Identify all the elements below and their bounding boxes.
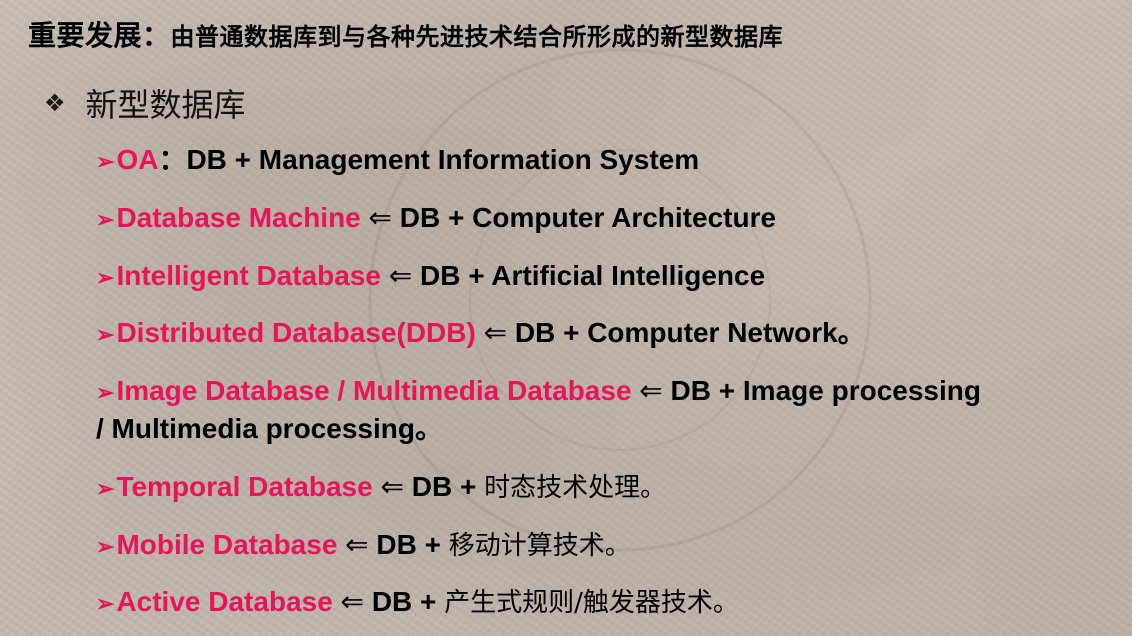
item-description-zh: 移动计算技术。 <box>448 531 631 561</box>
heading-subtitle: 由普通数据库到与各种先进技术结合所形成的新型数据库 <box>170 23 784 51</box>
section-header: ❖ 新型数据库 <box>44 80 246 126</box>
item-description: DB + Image processing <box>670 375 981 406</box>
item-name: Active Database <box>116 586 333 617</box>
arrow-bullet-icon: ➢ <box>96 380 115 405</box>
item-description: DB + <box>376 529 449 560</box>
item-name: Image Database / Multimedia Database <box>116 375 632 406</box>
left-double-arrow-icon: ⇐ <box>337 529 377 560</box>
arrow-bullet-icon: ➢ <box>96 534 115 559</box>
left-double-arrow-icon: ⇐ <box>372 471 412 502</box>
left-double-arrow-icon: ⇐ <box>380 260 420 291</box>
left-double-arrow-icon: ⇐ <box>332 586 372 617</box>
item-name: Database Machine <box>116 202 361 233</box>
list-item-intelligent-database: ➢Intelligent Database ⇐ DB + Artificial … <box>96 258 765 296</box>
item-description-zh: 时态技术处理。 <box>484 473 667 503</box>
item-description: DB + Management Information System <box>186 144 700 175</box>
left-double-arrow-icon: ⇐ <box>475 317 515 348</box>
left-double-arrow-icon: ⇐ <box>631 375 671 406</box>
arrow-bullet-icon: ➢ <box>96 265 115 290</box>
list-item-distributed-database: ➢Distributed Database(DDB) ⇐ DB + Comput… <box>96 315 866 353</box>
item-description: DB + Artificial Intelligence <box>419 260 766 291</box>
item-name: Intelligent Database <box>116 260 381 291</box>
item-description: DB + <box>371 586 445 617</box>
list-item-mobile-database: ➢Mobile Database ⇐ DB + 移动计算技术。 <box>96 527 631 565</box>
arrow-bullet-icon: ➢ <box>96 149 115 174</box>
item-description: DB + Computer Network。 <box>514 317 866 348</box>
diamond-bullet-icon: ❖ <box>44 89 66 117</box>
left-double-arrow-icon: ⇐ <box>360 202 400 233</box>
slide-heading: 重要发展：由普通数据库到与各种先进技术结合所形成的新型数据库 <box>28 14 783 54</box>
item-description: DB + Computer Architecture <box>399 202 777 233</box>
list-item-temporal-database: ➢Temporal Database ⇐ DB + 时态技术处理。 <box>96 469 666 507</box>
item-name: OA <box>116 144 159 175</box>
item-separator: ： <box>158 144 187 175</box>
heading-main: 重要发展： <box>28 19 171 52</box>
list-item-database-machine: ➢Database Machine ⇐ DB + Computer Archit… <box>96 200 776 238</box>
item-description-continued: / Multimedia processing。 <box>96 413 443 444</box>
arrow-bullet-icon: ➢ <box>96 476 115 501</box>
item-name: Mobile Database <box>116 529 338 560</box>
item-name: Temporal Database <box>116 471 373 502</box>
arrow-bullet-icon: ➢ <box>96 591 115 616</box>
section-title: 新型数据库 <box>85 86 246 124</box>
list-item-oa: ➢OA：DB + Management Information System <box>96 142 699 180</box>
list-item-active-database: ➢Active Database ⇐ DB + 产生式规则/触发器技术。 <box>96 584 739 622</box>
item-name: Distributed Database(DDB) <box>116 317 476 348</box>
arrow-bullet-icon: ➢ <box>96 322 115 347</box>
item-description-zh: 产生式规则/触发器技术。 <box>444 588 739 618</box>
item-description: DB + <box>411 471 485 502</box>
arrow-bullet-icon: ➢ <box>96 207 115 232</box>
list-item-image-database: ➢Image Database / Multimedia Database ⇐ … <box>96 373 981 447</box>
